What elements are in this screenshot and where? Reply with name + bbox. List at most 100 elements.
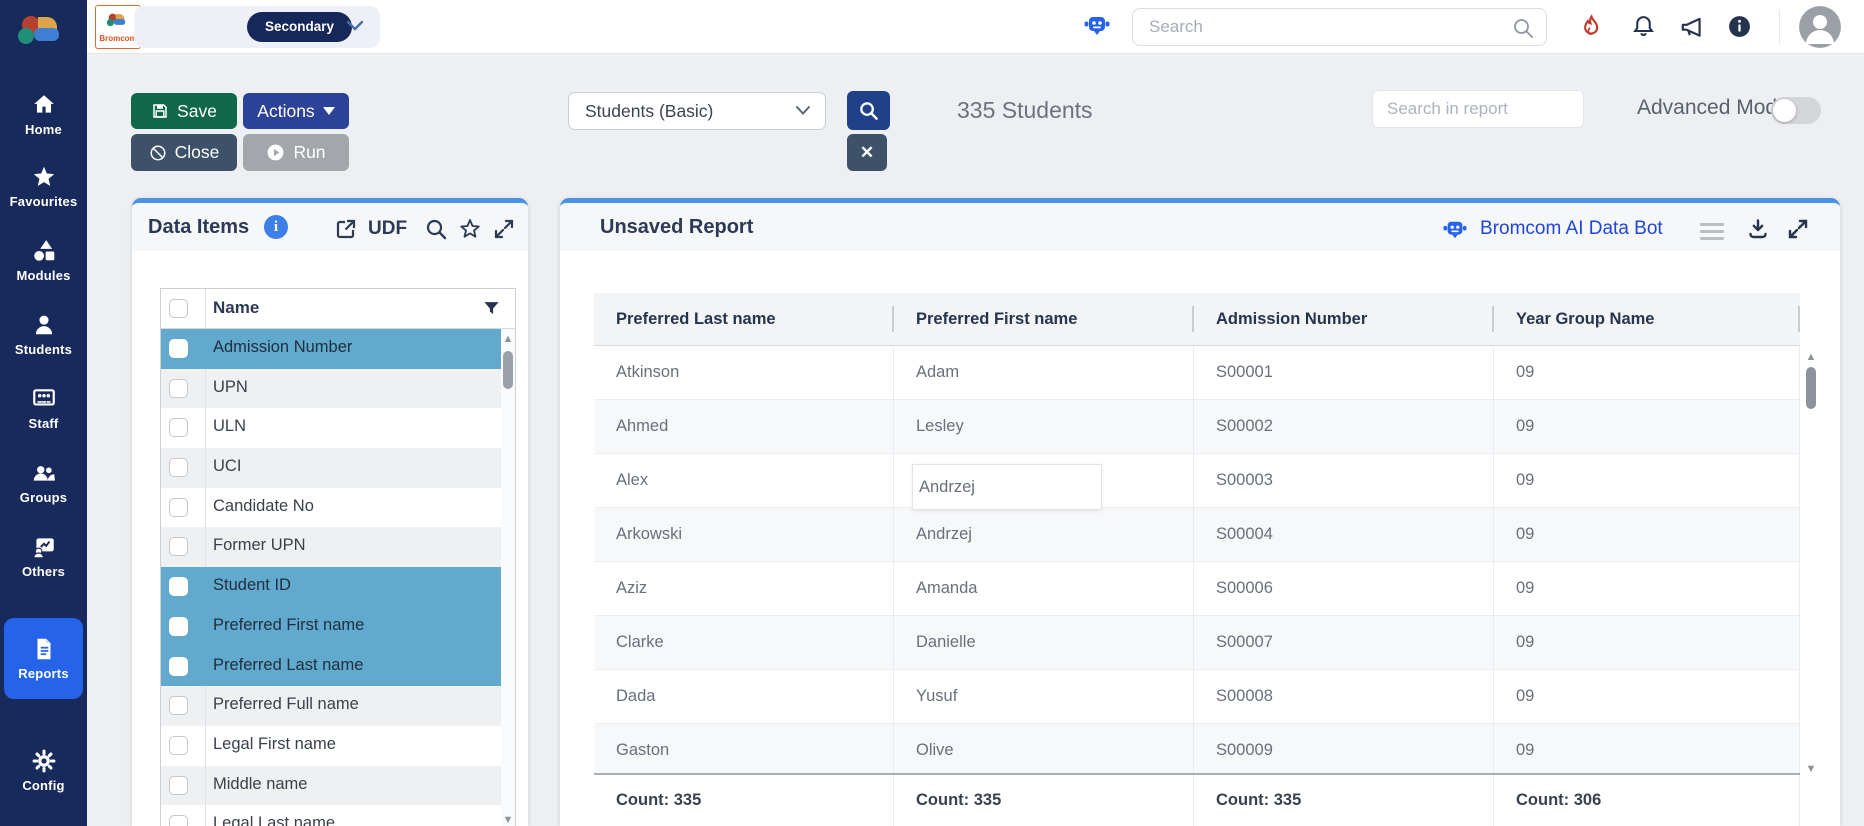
data-item-label: Preferred First name <box>213 615 365 634</box>
item-checkbox[interactable] <box>169 775 188 795</box>
dataset-select[interactable]: Students (Basic) <box>568 92 826 130</box>
search-icon <box>860 102 878 120</box>
count-cell: Count: 335 <box>1194 775 1494 826</box>
search-icon[interactable] <box>424 217 448 241</box>
data-item-row[interactable]: Admission Number <box>161 329 515 369</box>
data-item-row[interactable]: Preferred First name <box>161 606 515 647</box>
menu-icon[interactable] <box>1700 223 1724 240</box>
data-item-row[interactable]: Preferred Last name <box>161 646 515 687</box>
data-item-row[interactable]: ULN <box>161 408 515 449</box>
table-cell: S00009 <box>1194 724 1494 777</box>
table-row[interactable]: Alex Makoto S00003 09 <box>594 454 1800 508</box>
advanced-mode-toggle[interactable] <box>1771 97 1821 124</box>
run-button[interactable]: Run <box>243 134 349 171</box>
search-in-report-input[interactable] <box>1373 91 1583 127</box>
run-label: Run <box>293 142 326 162</box>
megaphone-icon[interactable] <box>1679 14 1705 40</box>
data-item-row[interactable]: Middle name <box>161 765 515 806</box>
data-item-row[interactable]: Legal Last name <box>161 805 515 826</box>
data-item-row[interactable]: UPN <box>161 368 515 409</box>
phase-pill[interactable]: Secondary <box>247 12 353 42</box>
star-icon[interactable] <box>458 217 482 241</box>
item-checkbox[interactable] <box>169 537 188 557</box>
count-cell: Count: 306 <box>1494 775 1800 826</box>
table-cell: S00002 <box>1194 400 1494 453</box>
save-button[interactable]: Save <box>131 93 237 129</box>
table-row[interactable]: Ahmed Lesley S00002 09 <box>594 400 1800 454</box>
ai-bot-icon[interactable] <box>1083 13 1110 39</box>
item-checkbox[interactable] <box>169 815 188 826</box>
sidebar-item-reports[interactable]: Reports <box>4 618 83 699</box>
dataset-clear-button[interactable]: ✕ <box>847 134 887 171</box>
item-checkbox[interactable] <box>169 339 188 358</box>
scroll-up-arrow[interactable]: ▲ <box>502 333 514 345</box>
chevron-down-icon[interactable] <box>346 19 364 37</box>
scroll-up-arrow[interactable]: ▲ <box>1805 351 1817 363</box>
scroll-down-arrow[interactable]: ▼ <box>1805 763 1817 775</box>
scroll-down-arrow[interactable]: ▼ <box>502 814 514 826</box>
select-all-checkbox[interactable] <box>169 299 188 318</box>
table-row[interactable]: Aziz Amanda S00006 09 <box>594 562 1800 616</box>
data-item-row[interactable]: Preferred Full name <box>161 686 515 726</box>
sidebar-item-modules[interactable]: Modules <box>0 238 87 285</box>
ai-bot-icon[interactable] <box>1442 218 1467 242</box>
sidebar-item-favourites[interactable]: Favourites <box>0 164 87 211</box>
actions-button[interactable]: Actions <box>243 93 349 129</box>
item-checkbox[interactable] <box>169 497 188 517</box>
bell-icon[interactable] <box>1631 14 1657 40</box>
data-item-row[interactable]: Legal First name <box>161 725 515 766</box>
ai-bot-link[interactable]: Bromcom AI Data Bot <box>1480 218 1663 240</box>
expand-icon[interactable] <box>492 217 516 241</box>
item-checkbox[interactable] <box>169 735 188 755</box>
user-avatar[interactable] <box>1799 6 1841 48</box>
item-checkbox[interactable] <box>169 696 188 716</box>
sidebar-item-others[interactable]: Others <box>0 534 87 581</box>
column-header[interactable]: Preferred First name <box>894 293 1194 345</box>
column-header[interactable]: Preferred Last name <box>594 293 894 345</box>
udf-button[interactable]: UDF <box>368 218 407 240</box>
item-checkbox[interactable] <box>169 378 188 398</box>
column-header[interactable]: Year Group Name <box>1494 293 1800 345</box>
sidebar-item-home[interactable]: Home <box>0 92 87 139</box>
phase-selector: Secondary <box>134 6 380 48</box>
global-search-input[interactable] <box>1133 9 1546 45</box>
data-item-row[interactable]: Former UPN <box>161 527 515 568</box>
item-checkbox[interactable] <box>169 458 188 478</box>
sidebar-item-config[interactable]: Config <box>0 748 87 795</box>
close-button[interactable]: Close <box>131 134 237 171</box>
bromcom-cloud-logo[interactable] <box>14 10 72 48</box>
item-checkbox[interactable] <box>169 418 188 438</box>
data-item-label: Middle name <box>213 774 308 793</box>
export-icon[interactable] <box>334 217 358 241</box>
search-icon[interactable] <box>1512 17 1534 44</box>
download-icon[interactable] <box>1746 217 1770 241</box>
item-checkbox[interactable] <box>169 616 188 636</box>
table-row[interactable]: Arkowski Andrzej S00004 09 <box>594 508 1800 562</box>
sidebar-item-groups[interactable]: Groups <box>0 460 87 507</box>
column-header[interactable]: Admission Number <box>1194 293 1494 345</box>
flame-icon[interactable] <box>1579 14 1605 40</box>
table-row[interactable]: Gaston Olive S00009 09 <box>594 724 1800 778</box>
info-icon[interactable] <box>1727 14 1753 40</box>
info-icon[interactable]: i <box>264 215 288 239</box>
data-item-row[interactable]: UCI <box>161 448 515 488</box>
item-checkbox[interactable] <box>169 656 188 676</box>
data-item-row[interactable]: Candidate No <box>161 487 515 528</box>
item-checkbox[interactable] <box>169 577 188 597</box>
sidebar-item-staff[interactable]: Staff <box>0 386 87 433</box>
table-cell: Amanda <box>894 562 1194 615</box>
scrollbar-thumb[interactable] <box>503 351 513 389</box>
table-row[interactable]: Dada Yusuf S00008 09 <box>594 670 1800 724</box>
column-divider <box>205 606 206 647</box>
scrollbar-thumb[interactable] <box>1806 367 1816 409</box>
data-items-rows: Admission Number UPN ULN UCI Candidate N… <box>161 329 515 826</box>
filter-icon[interactable] <box>482 299 501 323</box>
modules-icon <box>31 238 57 264</box>
expand-icon[interactable] <box>1786 217 1810 241</box>
table-row[interactable]: Atkinson Adam S00001 09 <box>594 346 1800 400</box>
data-item-row[interactable]: Student ID <box>161 567 515 607</box>
dataset-search-button[interactable] <box>847 91 890 130</box>
table-row[interactable]: Clarke Danielle S00007 09 <box>594 616 1800 670</box>
sidebar-item-students[interactable]: Students <box>0 312 87 359</box>
column-divider <box>205 289 206 328</box>
